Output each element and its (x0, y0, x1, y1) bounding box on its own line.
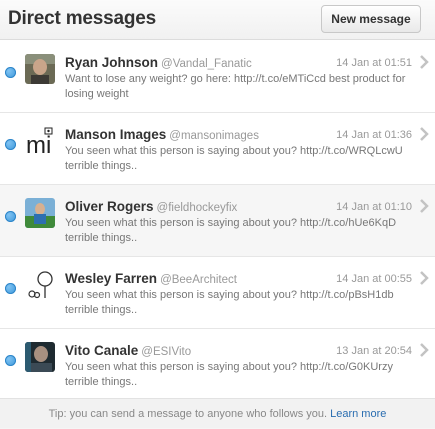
message-preview: You seen what this person is saying abou… (65, 145, 403, 172)
page-title: Direct messages (8, 8, 157, 29)
sender-name[interactable]: Ryan Johnson (65, 55, 158, 70)
timestamp: 13 Jan at 20:54 (336, 345, 412, 357)
unread-dot-icon (5, 139, 16, 150)
message-row[interactable]: Wesley Farren @BeeArchitect 14 Jan at 00:… (0, 257, 435, 329)
chevron-right-icon[interactable] (418, 54, 430, 70)
chevron-right-icon[interactable] (418, 126, 430, 142)
photo-avatar-icon (25, 342, 55, 372)
sender-handle[interactable]: @Vandal_Fanatic (161, 58, 252, 70)
sender-name[interactable]: Vito Canale (65, 343, 138, 358)
avatar[interactable] (25, 270, 55, 300)
message-preview: You seen what this person is saying abou… (65, 217, 397, 244)
message-list: Ryan Johnson @Vandal_Fanatic 14 Jan at 01… (0, 41, 435, 401)
unread-dot-icon (5, 211, 16, 222)
tip-text: Tip: you can send a message to anyone wh… (48, 408, 328, 420)
sender-handle[interactable]: @mansonimages (169, 130, 259, 142)
sender-handle[interactable]: @ESIVito (141, 346, 191, 358)
message-row[interactable]: mi Manson Images @mansonimages 14 Jan at … (0, 113, 435, 185)
chevron-right-icon[interactable] (418, 198, 430, 214)
timestamp: 14 Jan at 01:10 (336, 201, 412, 213)
message-row[interactable]: Oliver Rogers @fieldhockeyfix 14 Jan at 0… (0, 185, 435, 257)
mi-logo-text: mi (26, 132, 51, 156)
sender-name[interactable]: Wesley Farren (65, 271, 157, 286)
learn-more-link[interactable]: Learn more (330, 408, 386, 420)
message-preview: You seen what this person is saying abou… (65, 361, 393, 388)
sender-handle[interactable]: @fieldhockeyfix (157, 202, 238, 214)
timestamp: 14 Jan at 00:55 (336, 273, 412, 285)
footer-tip: Tip: you can send a message to anyone wh… (0, 398, 435, 428)
avatar[interactable] (25, 198, 55, 228)
avatar[interactable] (25, 54, 55, 84)
tree-logo-icon (25, 270, 55, 300)
unread-dot-icon (5, 283, 16, 294)
chevron-right-icon[interactable] (418, 342, 430, 358)
avatar[interactable] (25, 342, 55, 372)
new-message-button[interactable]: New message (321, 5, 421, 33)
photo-avatar-icon (25, 198, 55, 228)
mi-logo-icon: mi (25, 126, 55, 156)
direct-messages-panel: Direct messages New message Ryan Johnson… (0, 0, 435, 428)
panel-header: Direct messages New message (0, 0, 435, 40)
avatar[interactable]: mi (25, 126, 55, 156)
unread-dot-icon (5, 355, 16, 366)
unread-dot-icon (5, 67, 16, 78)
timestamp: 14 Jan at 01:51 (336, 57, 412, 69)
message-preview: You seen what this person is saying abou… (65, 289, 394, 316)
message-row[interactable]: Ryan Johnson @Vandal_Fanatic 14 Jan at 01… (0, 41, 435, 113)
sender-name[interactable]: Oliver Rogers (65, 199, 154, 214)
sender-handle[interactable]: @BeeArchitect (160, 274, 237, 286)
chevron-right-icon[interactable] (418, 270, 430, 286)
timestamp: 14 Jan at 01:36 (336, 129, 412, 141)
message-row[interactable]: Vito Canale @ESIVito 13 Jan at 20:54 You … (0, 329, 435, 401)
message-preview: Want to lose any weight? go here: http:/… (65, 73, 406, 100)
sender-name[interactable]: Manson Images (65, 127, 166, 142)
photo-avatar-icon (25, 54, 55, 84)
